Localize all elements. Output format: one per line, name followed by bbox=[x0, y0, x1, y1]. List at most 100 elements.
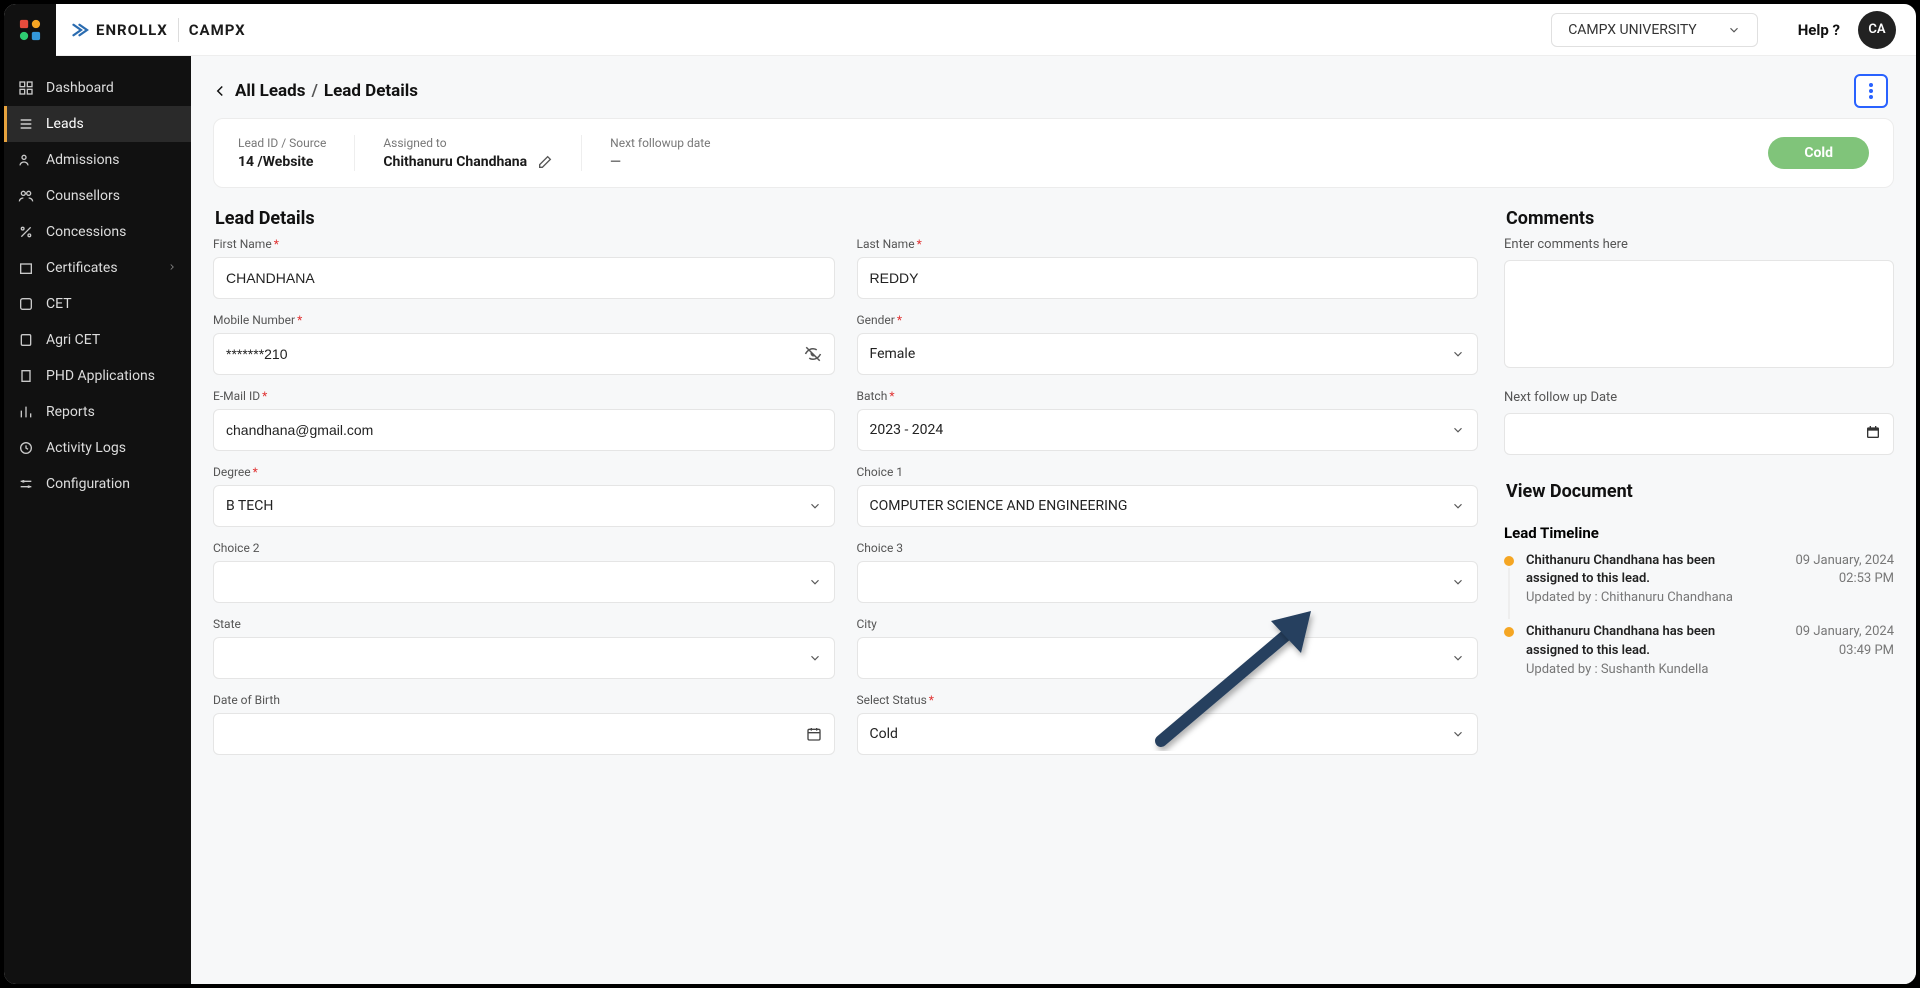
sidebar-item-label: Dashboard bbox=[46, 80, 114, 96]
university-select[interactable]: CAMPX UNIVERSITY bbox=[1551, 13, 1758, 47]
sidebar-item-label: Certificates bbox=[46, 260, 118, 276]
mobile-label: Mobile Number bbox=[213, 313, 295, 327]
sidebar-item-label: Agri CET bbox=[46, 332, 100, 348]
last-name-input[interactable] bbox=[857, 257, 1479, 299]
help-link[interactable]: Help ? bbox=[1798, 21, 1840, 39]
view-document-title[interactable]: View Document bbox=[1506, 481, 1894, 502]
first-name-input[interactable] bbox=[213, 257, 835, 299]
comments-subheader: Enter comments here bbox=[1504, 237, 1894, 252]
batch-label: Batch bbox=[857, 389, 888, 403]
degree-select[interactable]: B TECH bbox=[213, 485, 835, 527]
chevron-right-icon bbox=[167, 260, 177, 276]
chevron-down-icon bbox=[1451, 423, 1465, 437]
choice2-select[interactable] bbox=[213, 561, 835, 603]
clipboard-icon bbox=[18, 332, 34, 348]
sidebar-item-admissions[interactable]: Admissions bbox=[4, 142, 191, 178]
leadid-label: Lead ID / Source bbox=[238, 136, 326, 150]
timeline-updated-by: Updated by : Sushanth Kundella bbox=[1526, 662, 1766, 677]
timeline-msg: Chithanuru Chandhana has been assigned t… bbox=[1526, 552, 1766, 588]
dob-input[interactable] bbox=[213, 713, 835, 755]
edit-assigned-button[interactable] bbox=[537, 154, 553, 170]
sidebar-item-label: PHD Applications bbox=[46, 368, 155, 384]
calendar-button[interactable] bbox=[1865, 424, 1881, 444]
breadcrumb: All Leads / Lead Details bbox=[211, 81, 418, 101]
batch-select[interactable]: 2023 - 2024 bbox=[857, 409, 1479, 451]
dob-label: Date of Birth bbox=[213, 693, 280, 707]
sidebar-item-cet[interactable]: CET bbox=[4, 286, 191, 322]
toggle-mobile-visibility-button[interactable] bbox=[804, 345, 822, 363]
sidebar-item-phd-applications[interactable]: PHD Applications bbox=[4, 358, 191, 394]
sidebar-item-label: Admissions bbox=[46, 152, 120, 168]
app-logo-icon bbox=[19, 19, 41, 41]
status-select[interactable]: Cold bbox=[857, 713, 1479, 755]
followup-label: Next followup date bbox=[610, 136, 710, 150]
breadcrumb-current: Lead Details bbox=[324, 81, 418, 101]
choice1-select[interactable]: COMPUTER SCIENCE AND ENGINEERING bbox=[857, 485, 1479, 527]
timeline-date: 09 January, 2024 bbox=[1796, 552, 1895, 570]
chevron-down-icon bbox=[1451, 347, 1465, 361]
user-avatar[interactable]: CA bbox=[1858, 11, 1896, 49]
chevron-down-icon bbox=[808, 499, 822, 513]
choice2-label: Choice 2 bbox=[213, 541, 260, 555]
university-select-value: CAMPX UNIVERSITY bbox=[1568, 22, 1697, 38]
status-pill: Cold bbox=[1768, 137, 1869, 169]
state-label: State bbox=[213, 617, 241, 631]
timeline-time: 03:49 PM bbox=[1796, 642, 1895, 660]
breadcrumb-all-leads[interactable]: All Leads bbox=[235, 81, 305, 101]
sidebar-item-reports[interactable]: Reports bbox=[4, 394, 191, 430]
calendar-icon bbox=[1865, 424, 1881, 440]
choice3-select[interactable] bbox=[857, 561, 1479, 603]
assigned-value: Chithanuru Chandhana bbox=[383, 154, 527, 170]
sidebar: Dashboard Leads Admissions Counsellors C… bbox=[4, 56, 191, 984]
chevron-down-icon bbox=[1451, 727, 1465, 741]
next-followup-date-input[interactable] bbox=[1504, 413, 1894, 455]
choice1-label: Choice 1 bbox=[857, 465, 904, 479]
timeline-item: Chithanuru Chandhana has been assigned t… bbox=[1504, 552, 1894, 605]
edit-icon bbox=[537, 154, 553, 170]
status-label: Select Status bbox=[857, 693, 927, 707]
users-icon bbox=[18, 188, 34, 204]
sidebar-item-agri-cet[interactable]: Agri CET bbox=[4, 322, 191, 358]
chevron-down-icon bbox=[808, 575, 822, 589]
sidebar-item-configuration[interactable]: Configuration bbox=[4, 466, 191, 502]
chevron-left-icon bbox=[211, 82, 229, 100]
more-actions-button[interactable] bbox=[1854, 74, 1888, 108]
state-select[interactable] bbox=[213, 637, 835, 679]
city-select[interactable] bbox=[857, 637, 1479, 679]
sidebar-item-activity-logs[interactable]: Activity Logs bbox=[4, 430, 191, 466]
comments-title: Comments bbox=[1506, 208, 1894, 229]
chevron-down-icon bbox=[808, 651, 822, 665]
brand-campx: CAMPX bbox=[189, 21, 246, 39]
leadid-value: 14 /Website bbox=[238, 154, 326, 170]
clock-icon bbox=[18, 440, 34, 456]
eye-off-icon bbox=[804, 345, 822, 363]
sidebar-item-certificates[interactable]: Certificates bbox=[4, 250, 191, 286]
square-icon bbox=[18, 296, 34, 312]
sidebar-item-label: Concessions bbox=[46, 224, 126, 240]
sidebar-item-counsellors[interactable]: Counsellors bbox=[4, 178, 191, 214]
sidebar-item-label: Reports bbox=[46, 404, 95, 420]
sidebar-item-label: Configuration bbox=[46, 476, 130, 492]
timeline-time: 02:53 PM bbox=[1796, 570, 1895, 588]
assigned-label: Assigned to bbox=[383, 136, 553, 150]
mobile-input[interactable] bbox=[213, 333, 835, 375]
brand-divider bbox=[178, 18, 179, 42]
comments-textarea[interactable] bbox=[1504, 260, 1894, 368]
sidebar-item-dashboard[interactable]: Dashboard bbox=[4, 70, 191, 106]
list-icon bbox=[18, 116, 34, 132]
email-label: E-Mail ID bbox=[213, 389, 260, 403]
chevron-down-icon bbox=[1451, 575, 1465, 589]
lead-summary-card: Lead ID / Source 14 /Website Assigned to… bbox=[213, 118, 1894, 188]
book-icon bbox=[18, 368, 34, 384]
sidebar-item-leads[interactable]: Leads bbox=[4, 106, 191, 142]
bar-chart-icon bbox=[18, 404, 34, 420]
divider bbox=[354, 135, 355, 171]
sidebar-item-concessions[interactable]: Concessions bbox=[4, 214, 191, 250]
brand-enrollx: ENROLLX bbox=[72, 21, 168, 39]
followup-value: — bbox=[610, 154, 710, 170]
email-input[interactable] bbox=[213, 409, 835, 451]
gender-select[interactable]: Female bbox=[857, 333, 1479, 375]
back-button[interactable] bbox=[211, 82, 229, 100]
gender-label: Gender bbox=[857, 313, 895, 327]
dob-calendar-button[interactable] bbox=[806, 726, 822, 742]
